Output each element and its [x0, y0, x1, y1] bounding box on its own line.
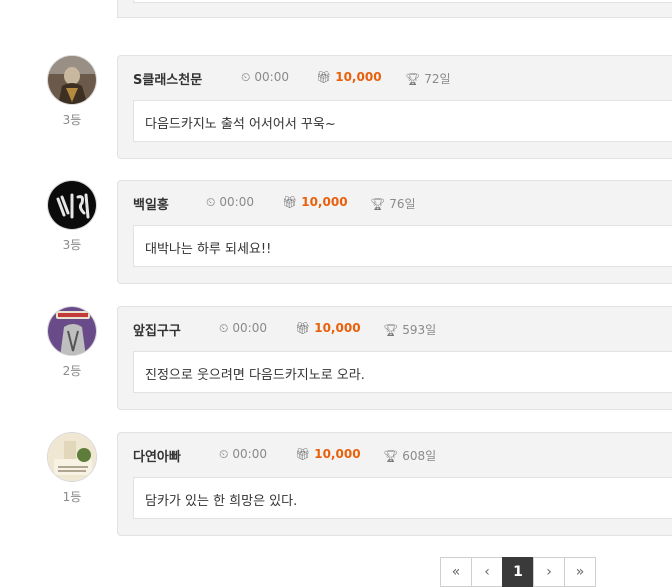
gift-icon: 🎁︎ — [295, 321, 311, 335]
point-item: 🎁︎ 10,000 — [282, 195, 348, 209]
days-item: 🏆︎ 76일 — [370, 195, 416, 212]
clock-icon: ⏲ — [219, 447, 229, 461]
point-item: 🎁︎ 10,000 — [295, 447, 361, 461]
entry-card: 백일홍 ⏲ 00:00 🎁︎ 10,000 🏆︎ 76일 대박나는 하루 되세요!! — [117, 180, 672, 284]
trophy-icon: 🏆︎ — [383, 449, 399, 463]
time-value: 00:00 — [232, 447, 267, 461]
point-value: 10,000 — [314, 447, 361, 461]
gift-icon: 🎁︎ — [282, 195, 298, 209]
entry-message: 대박나는 하루 되세요!! — [133, 225, 672, 267]
time-item: ⏲ 00:00 — [241, 70, 289, 85]
nickname[interactable]: 앞집구구 — [133, 320, 181, 339]
entry-message: 담카가 있는 한 희망은 있다. — [133, 477, 672, 519]
point-value: 10,000 — [314, 321, 361, 335]
entry-message: 진정으로 웃으려면 다음드카지노로 오라. — [133, 351, 672, 393]
rank-label: 2등 — [62, 364, 82, 378]
gift-icon: 🎁︎ — [316, 70, 332, 84]
page-1-button[interactable]: 1 — [502, 557, 534, 587]
days-value: 72일 — [424, 72, 451, 86]
avatar — [47, 55, 97, 105]
entry-card: S클래스천문 ⏲ 00:00 🎁︎ 10,000 🏆︎ 72일 다음드카지노 출석 어… — [117, 55, 672, 159]
entry-meta: 다연아빠 ⏲ 00:00 🎁︎ 10,000 🏆︎ 608일 — [118, 446, 672, 465]
rank-label: 3등 — [62, 238, 82, 252]
time-value: 00:00 — [219, 195, 254, 209]
clock-icon: ⏲ — [219, 321, 229, 335]
last-page-button[interactable]: » — [564, 557, 596, 587]
nickname[interactable]: 다연아빠 — [133, 446, 181, 465]
time-item: ⏲ 00:00 — [219, 447, 267, 462]
time-item: ⏲ 00:00 — [219, 321, 267, 336]
prev-page-button[interactable]: ‹ — [471, 557, 503, 587]
entry-meta: 백일홍 ⏲ 00:00 🎁︎ 10,000 🏆︎ 76일 — [118, 194, 672, 213]
avatar — [47, 180, 97, 230]
entry-card: 앞집구구 ⏲ 00:00 🎁︎ 10,000 🏆︎ 593일 진정으로 웃으려면 다음… — [117, 306, 672, 410]
days-item: 🏆︎ 593일 — [383, 321, 436, 338]
entry-meta: 앞집구구 ⏲ 00:00 🎁︎ 10,000 🏆︎ 593일 — [118, 320, 672, 339]
trophy-icon: 🏆︎ — [370, 197, 386, 211]
point-item: 🎁︎ 10,000 — [316, 70, 382, 84]
rank-label: 1등 — [62, 490, 82, 504]
trophy-icon: 🏆︎ — [405, 72, 421, 86]
days-item: 🏆︎ 608일 — [383, 447, 436, 464]
days-value: 76일 — [389, 197, 416, 211]
clock-icon: ⏲ — [206, 195, 216, 209]
point-value: 10,000 — [301, 195, 348, 209]
entry-card: 다연아빠 ⏲ 00:00 🎁︎ 10,000 🏆︎ 608일 담카가 있는 한 희망은… — [117, 432, 672, 536]
gift-icon: 🎁︎ — [295, 447, 311, 461]
clock-icon: ⏲ — [241, 70, 251, 84]
point-value: 10,000 — [335, 70, 382, 84]
nickname[interactable]: 백일홍 — [133, 194, 169, 213]
days-item: 🏆︎ 72일 — [405, 70, 451, 87]
avatar — [47, 306, 97, 356]
time-value: 00:00 — [232, 321, 267, 335]
next-page-button[interactable]: › — [533, 557, 565, 587]
entry-meta: S클래스천문 ⏲ 00:00 🎁︎ 10,000 🏆︎ 72일 — [118, 69, 672, 88]
point-item: 🎁︎ 10,000 — [295, 321, 361, 335]
time-item: ⏲ 00:00 — [206, 195, 254, 210]
previous-entry-message — [133, 0, 672, 3]
previous-entry-card — [117, 0, 672, 18]
rank-label: 3등 — [62, 113, 82, 127]
days-value: 608일 — [402, 449, 437, 463]
days-value: 593일 — [402, 323, 437, 337]
avatar — [47, 432, 97, 482]
entry-message: 다음드카지노 출석 어서어서 꾸욱~ — [133, 100, 672, 142]
nickname[interactable]: S클래스천문 — [133, 69, 202, 88]
time-value: 00:00 — [254, 70, 289, 84]
trophy-icon: 🏆︎ — [383, 323, 399, 337]
first-page-button[interactable]: « — [440, 557, 472, 587]
